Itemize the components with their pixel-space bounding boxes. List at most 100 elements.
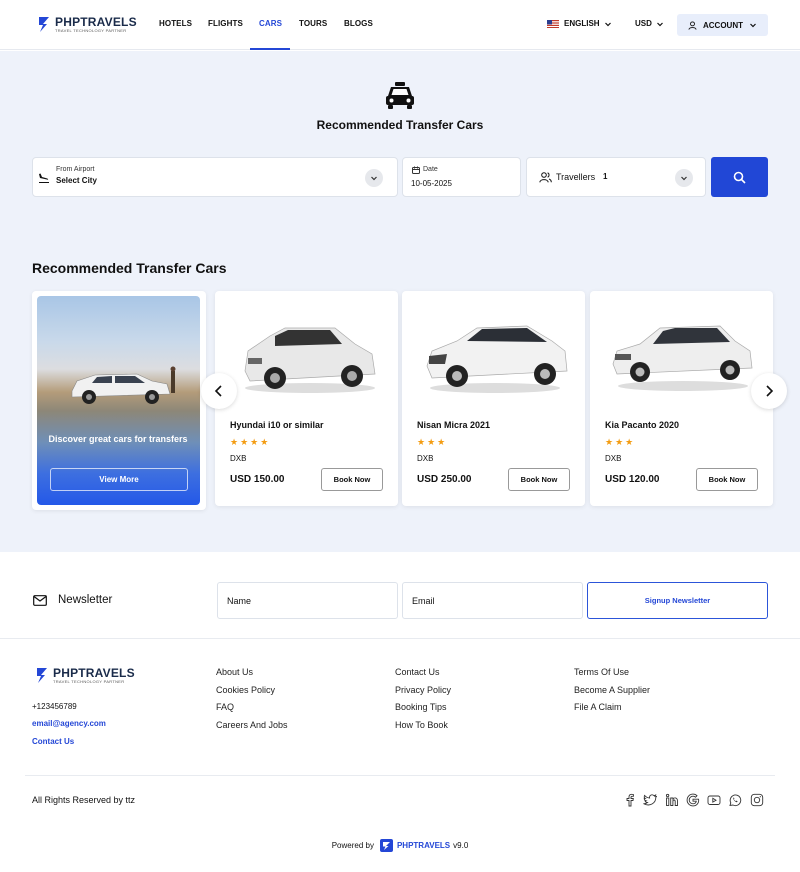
travellers-value: 1 (603, 172, 608, 181)
logo-tagline: TRAVEL TECHNOLOGY PARTNER (53, 678, 125, 684)
book-now-button[interactable]: Book Now (321, 468, 383, 491)
car-name: Hyundai i10 or similar (230, 420, 324, 430)
linkedin-icon[interactable] (665, 793, 679, 807)
footer-phone[interactable]: +123456789 (32, 702, 77, 711)
currency-selector[interactable]: USD (635, 19, 664, 28)
car-price: USD 250.00 (417, 474, 472, 485)
logo-mark-icon (39, 17, 49, 32)
powered-by: Powered by PHPTRAVELS v9.0 (0, 839, 800, 852)
logo-mark-icon (379, 839, 393, 852)
car-image (244, 327, 376, 393)
car-image (612, 325, 753, 391)
car-location: DXB (605, 454, 622, 463)
account-button[interactable]: ACCOUNT (677, 14, 768, 36)
car-name: Kia Pacanto 2020 (605, 420, 680, 430)
chevron-right-icon (766, 385, 774, 397)
nav-blogs[interactable]: BLOGS (344, 19, 373, 28)
from-airport-label: From Airport (56, 166, 95, 173)
from-airport-dropdown[interactable] (365, 169, 383, 187)
footer-link-supplier[interactable]: Become A Supplier (574, 685, 650, 695)
promo-text: Discover great cars for transfers (48, 434, 188, 444)
users-icon (539, 172, 552, 183)
footer-logo[interactable]: PHPTRAVELS TRAVEL TECHNOLOGY PARTNER (35, 666, 135, 684)
nav-hotels[interactable]: HOTELS (159, 19, 192, 28)
newsletter-name-input[interactable]: Name (217, 582, 398, 619)
currency-label: USD (635, 19, 652, 28)
car-card[interactable]: Hyundai i10 or similar ★★★★ DXB USD 150.… (215, 291, 398, 506)
chevron-down-icon (371, 176, 377, 181)
section-title: Recommended Transfer Cars (32, 260, 227, 276)
star-rating: ★★★★ (230, 437, 271, 447)
mail-icon (33, 595, 47, 606)
logo-brand: PHPTRAVELS (53, 665, 135, 680)
calendar-icon (412, 166, 420, 174)
date-value: 10-05-2025 (411, 179, 452, 188)
footer-link-careers[interactable]: Careers And Jobs (216, 720, 288, 730)
car-card[interactable]: Kia Pacanto 2020 ★★★ DXB USD 120.00 Book… (590, 291, 773, 506)
nav-flights[interactable]: FLIGHTS (208, 19, 243, 28)
logo[interactable]: PHPTRAVELS TRAVEL TECHNOLOGY PARTNER (37, 15, 137, 33)
youtube-icon[interactable] (707, 793, 721, 807)
date-label: Date (423, 166, 438, 173)
chevron-down-icon (656, 22, 663, 26)
footer-link-terms[interactable]: Terms Of Use (574, 667, 629, 677)
from-airport-value: Select City (56, 176, 97, 185)
footer-contact-link[interactable]: Contact Us (32, 737, 74, 746)
logo-brand: PHPTRAVELS (55, 14, 137, 29)
date-field[interactable]: Date 10-05-2025 (402, 157, 521, 197)
footer-link-contact[interactable]: Contact Us (395, 667, 440, 677)
active-nav-indicator (250, 48, 290, 50)
footer-bottom-divider (25, 775, 775, 776)
carousel-prev-button[interactable] (201, 373, 237, 409)
powered-by-label: Powered by (331, 841, 374, 850)
car-card[interactable]: Nisan Micra 2021 ★★★ DXB USD 250.00 Book… (402, 291, 585, 506)
chevron-left-icon (214, 385, 222, 397)
plane-landing-icon (39, 173, 49, 183)
car-price: USD 120.00 (605, 474, 660, 485)
car-location: DXB (230, 454, 247, 463)
version-label: v9.0 (453, 841, 469, 850)
footer-link-privacy[interactable]: Privacy Policy (395, 685, 451, 695)
footer-email[interactable]: email@agency.com (32, 719, 106, 728)
footer-link-faq[interactable]: FAQ (216, 702, 234, 712)
facebook-icon[interactable] (623, 793, 637, 807)
instagram-icon[interactable] (750, 793, 764, 807)
book-now-button[interactable]: Book Now (508, 468, 570, 491)
account-label: ACCOUNT (703, 20, 743, 30)
language-selector[interactable]: ENGLISH (547, 19, 612, 28)
view-more-button[interactable]: View More (50, 468, 188, 491)
book-now-button[interactable]: Book Now (696, 468, 758, 491)
copyright-text: All Rights Reserved by ttz (32, 795, 136, 805)
search-button[interactable] (711, 157, 768, 197)
travellers-field[interactable]: Travellers 1 (526, 157, 706, 197)
newsletter-email-input[interactable]: Email (402, 582, 583, 619)
powered-by-brand[interactable]: PHPTRAVELS (397, 841, 450, 850)
car-location: DXB (417, 454, 434, 463)
travellers-dropdown[interactable] (675, 169, 693, 187)
footer-link-about[interactable]: About Us (216, 667, 253, 677)
chevron-down-icon (681, 176, 687, 181)
chevron-down-icon (750, 23, 756, 28)
carousel-next-button[interactable] (751, 373, 787, 409)
car-name: Nisan Micra 2021 (417, 420, 491, 430)
footer-link-booking-tips[interactable]: Booking Tips (395, 702, 447, 712)
user-icon (688, 20, 697, 30)
google-icon[interactable] (686, 793, 700, 807)
suv-image (71, 366, 176, 404)
twitter-icon[interactable] (643, 793, 657, 807)
whatsapp-icon[interactable] (728, 793, 742, 807)
taxi-icon (386, 82, 414, 109)
footer-divider (0, 638, 800, 639)
top-header: PHPTRAVELS TRAVEL TECHNOLOGY PARTNER HOT… (0, 0, 800, 50)
footer-link-claim[interactable]: File A Claim (574, 702, 622, 712)
nav-tours[interactable]: TOURS (299, 19, 327, 28)
nav-cars[interactable]: CARS (259, 19, 282, 28)
footer-link-cookies[interactable]: Cookies Policy (216, 685, 275, 695)
search-icon (733, 171, 746, 184)
footer-link-how-to-book[interactable]: How To Book (395, 720, 448, 730)
from-airport-field[interactable]: From Airport Select City (32, 157, 398, 197)
logo-tagline: TRAVEL TECHNOLOGY PARTNER (55, 27, 127, 33)
logo-mark-icon (37, 668, 47, 683)
signup-newsletter-button[interactable]: Signup Newsletter (587, 582, 768, 619)
language-label: ENGLISH (564, 19, 600, 28)
